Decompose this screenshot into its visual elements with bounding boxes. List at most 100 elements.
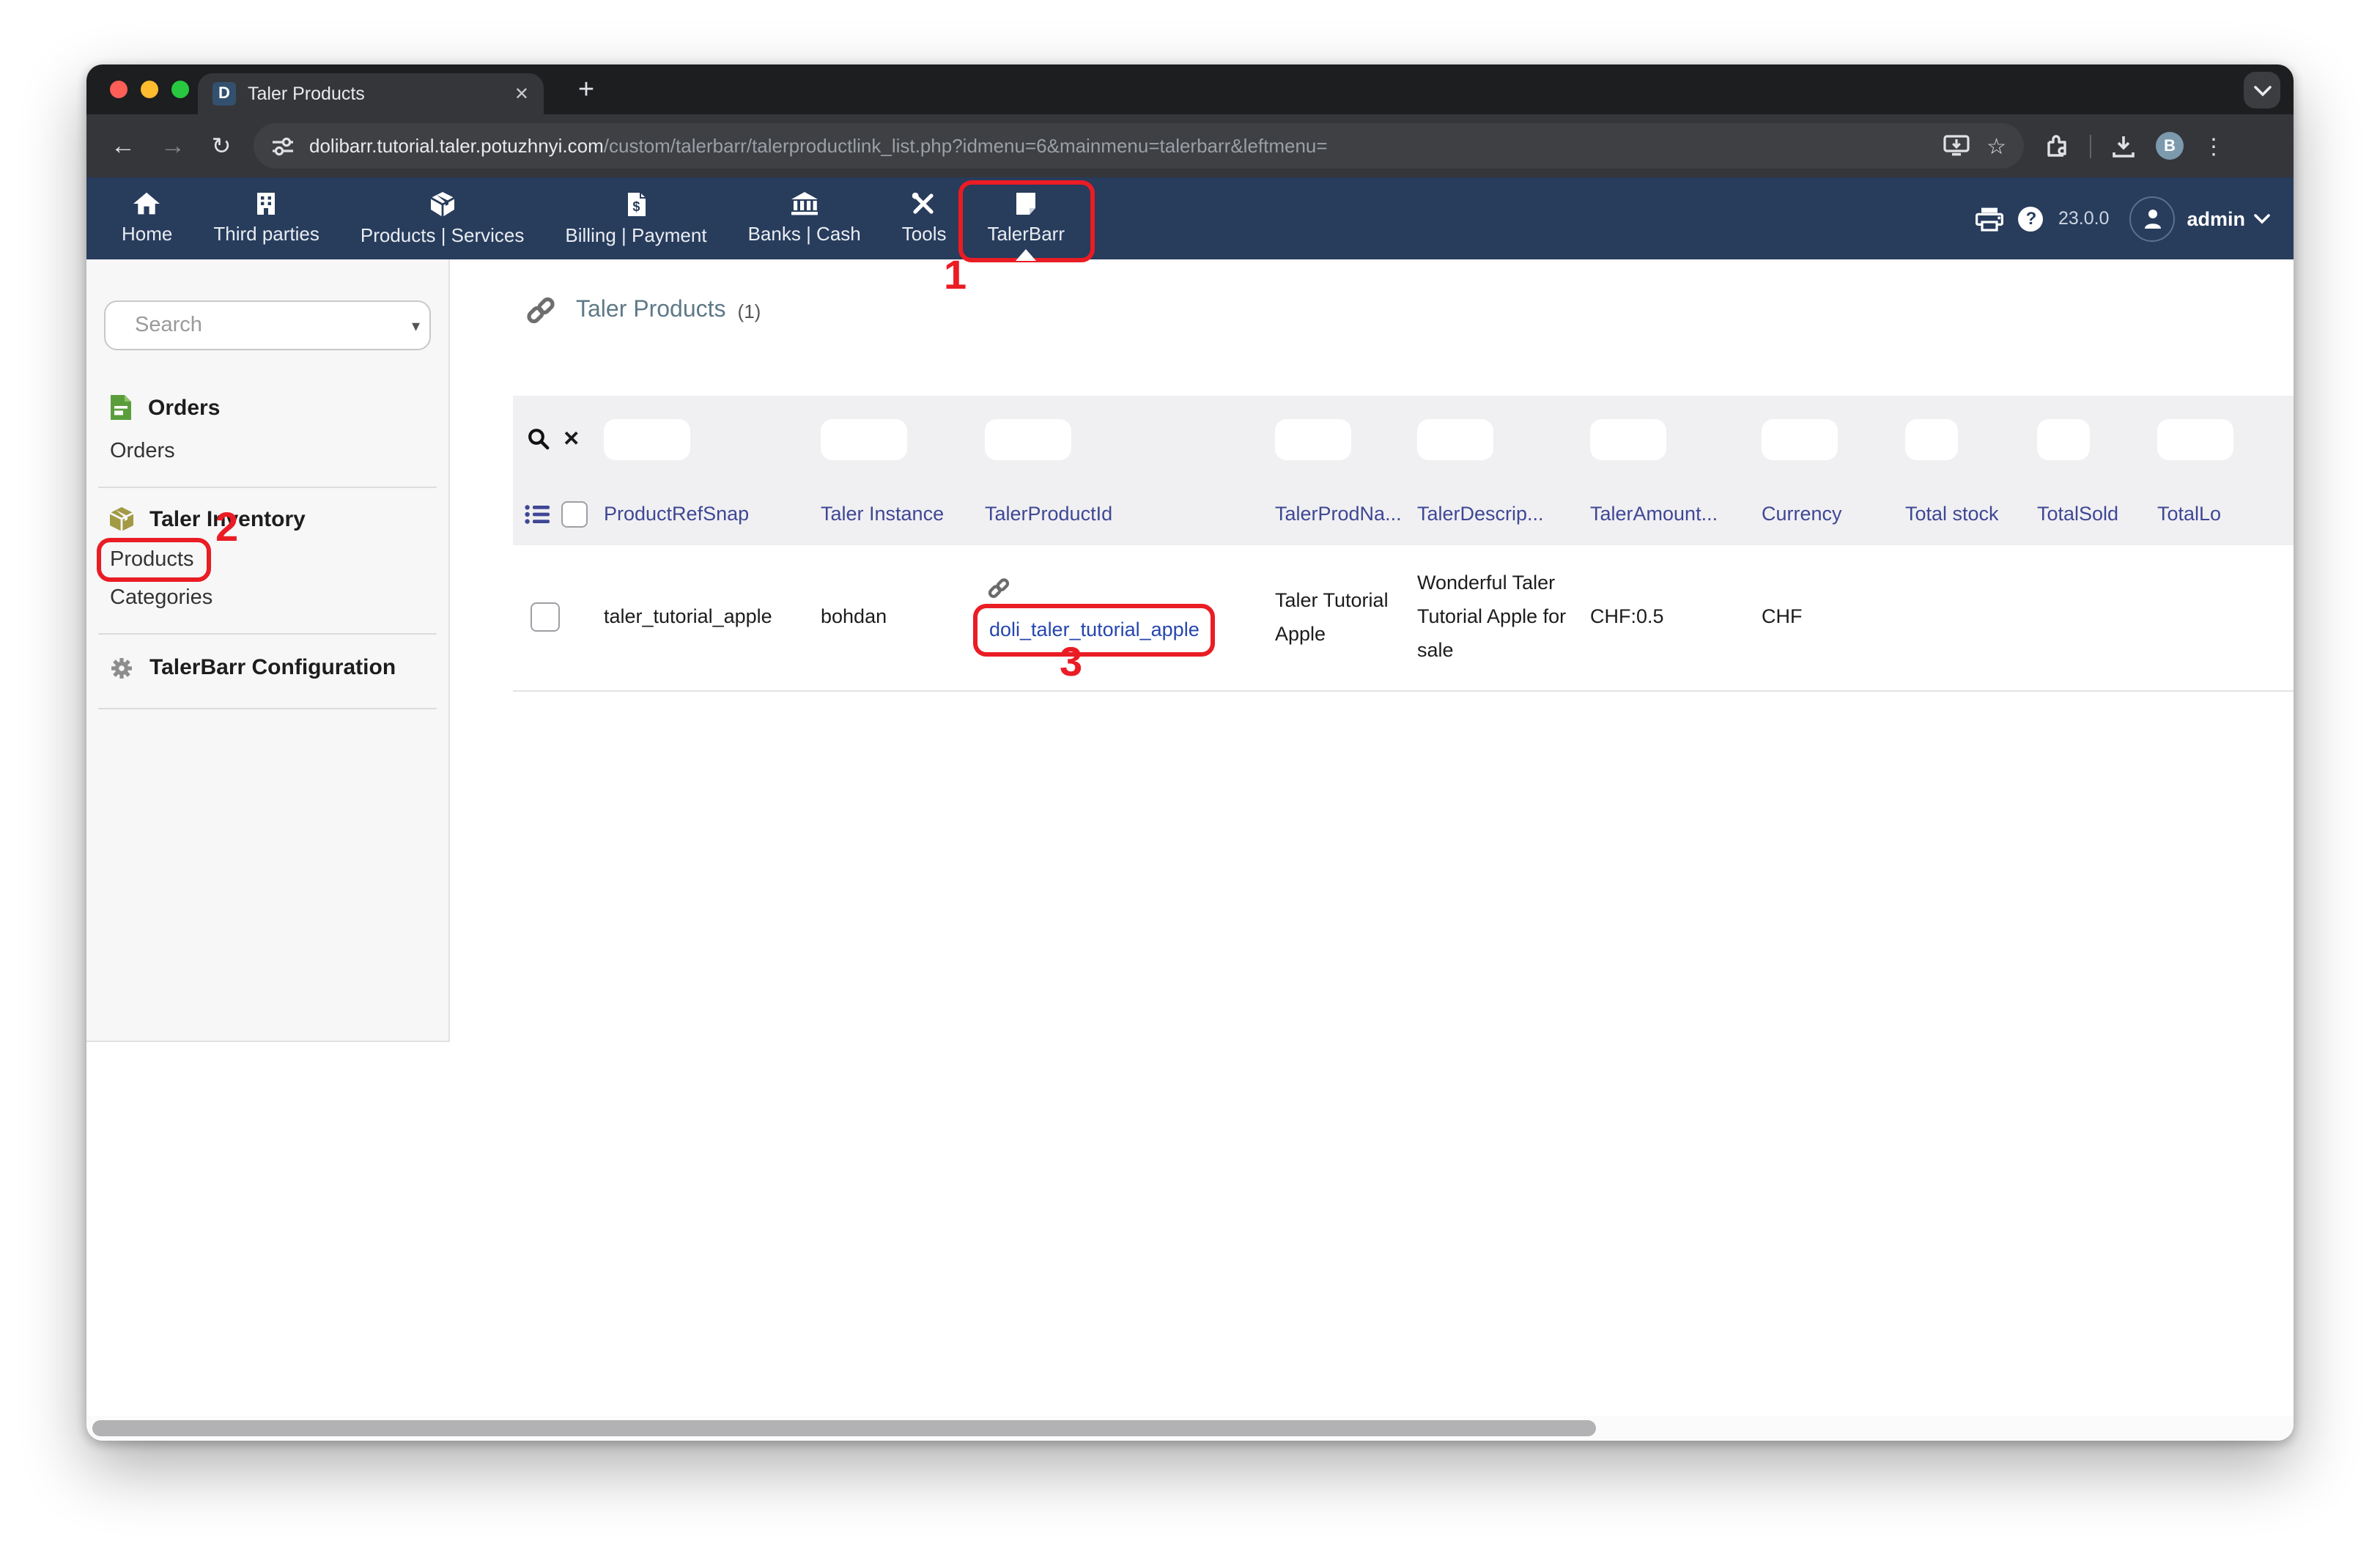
column-header[interactable]: ProductRefSnap	[604, 503, 821, 525]
section-title: TalerBarr Configuration	[149, 655, 396, 680]
address-bar[interactable]: dolibarr.tutorial.taler.potuzhnyi.com/cu…	[254, 123, 2024, 169]
nav-item-third-parties[interactable]: Third parties	[193, 177, 340, 259]
filter-input-taler-instance[interactable]	[821, 418, 907, 459]
sidebar-divider	[98, 633, 437, 635]
browser-profile-avatar[interactable]: B	[2156, 132, 2184, 160]
username-label[interactable]: admin	[2187, 207, 2245, 229]
nav-item-billing-payment[interactable]: $ Billing | Payment	[544, 177, 727, 259]
minimize-window-button[interactable]	[141, 81, 158, 98]
filter-input-productrefsnap[interactable]	[604, 418, 690, 459]
taler-products-table: ✕	[513, 396, 2294, 692]
print-icon[interactable]	[1976, 206, 2004, 231]
nav-item-talerbarr[interactable]: TalerBarr	[967, 177, 1086, 259]
table-header-row: ProductRefSnap Taler Instance TalerProdu…	[513, 482, 2294, 545]
column-header[interactable]: Currency	[1762, 503, 1905, 525]
filter-input-taleramount[interactable]	[1590, 418, 1666, 459]
cell-taleramount: CHF:0.5	[1590, 599, 1762, 633]
user-menu-chevron[interactable]	[2254, 213, 2270, 224]
reload-button[interactable]: ↻	[198, 131, 245, 160]
filter-input-totallost[interactable]	[2157, 418, 2233, 459]
column-header[interactable]: TalerAmount...	[1590, 503, 1762, 525]
filter-input-talerprodname[interactable]	[1275, 418, 1351, 459]
nav-label: Banks | Cash	[748, 223, 861, 245]
sidebar-link-categories[interactable]: Categories	[110, 586, 212, 610]
new-tab-button[interactable]: +	[567, 72, 605, 110]
extensions-button[interactable]	[2044, 133, 2069, 158]
sidebar-link-products[interactable]: Products	[110, 548, 193, 572]
nav-item-banks-cash[interactable]: Banks | Cash	[728, 177, 882, 259]
column-selector-icon[interactable]	[525, 503, 550, 524]
column-header[interactable]: TotalSold	[2037, 503, 2157, 525]
sidebar-divider	[98, 708, 437, 709]
downloads-button[interactable]	[2112, 134, 2135, 158]
back-button[interactable]: ←	[98, 131, 148, 160]
box-icon	[431, 191, 454, 216]
sidebar-section-talerbarr-configuration[interactable]: TalerBarr Configuration	[110, 655, 448, 680]
sidebar-section-taler-inventory[interactable]: Taler Inventory	[110, 507, 448, 532]
browser-menu-button[interactable]: ⋮	[2203, 133, 2225, 159]
site-settings-icon[interactable]	[271, 136, 295, 156]
search-dropdown-caret[interactable]: ▾	[412, 316, 420, 335]
browser-tab[interactable]: D Taler Products ✕	[198, 73, 544, 114]
sidebar-search-box[interactable]: ▾	[104, 300, 431, 350]
browser-toolbar: ← → ↻ dolibarr.tutorial.taler.potuzhnyi.…	[86, 114, 2294, 177]
filter-input-totalsold[interactable]	[2037, 418, 2090, 459]
tab-strip: D Taler Products ✕ +	[86, 64, 2294, 114]
bank-icon	[791, 192, 818, 215]
cell-talerproductid: doli_taler_tutorial_apple	[985, 577, 1275, 656]
sidebar-divider	[98, 487, 437, 488]
filter-input-talerdescription[interactable]	[1417, 418, 1493, 459]
close-tab-icon[interactable]: ✕	[514, 84, 529, 104]
filter-input-talerproductid[interactable]	[985, 418, 1071, 459]
column-header[interactable]: TotalLo	[2157, 503, 2294, 525]
user-avatar[interactable]	[2129, 196, 2175, 241]
column-header[interactable]: TalerDescrip...	[1417, 503, 1590, 525]
document-icon	[110, 394, 132, 421]
install-app-button[interactable]	[1943, 135, 1969, 157]
column-header[interactable]: TalerProductId	[985, 503, 1275, 525]
maximize-window-button[interactable]	[171, 81, 189, 98]
column-header[interactable]: TalerProdNa...	[1275, 503, 1417, 525]
nav-item-home[interactable]: Home	[101, 177, 193, 259]
horizontal-scrollbar	[86, 1416, 2294, 1441]
link-icon	[526, 296, 555, 325]
table-row: taler_tutorial_apple bohdan doli_taler_t…	[513, 545, 2294, 692]
sidebar-section-orders[interactable]: Orders	[110, 394, 448, 421]
person-icon	[2140, 207, 2164, 230]
apply-filter-search-icon[interactable]	[528, 428, 550, 450]
filter-input-total-stock[interactable]	[1905, 418, 1958, 459]
tools-icon	[912, 192, 936, 215]
forward-button[interactable]: →	[148, 131, 198, 160]
page-title: Taler Products	[576, 298, 726, 324]
bookmark-star-icon[interactable]: ☆	[1987, 133, 2006, 159]
cell-taler-instance: bohdan	[821, 599, 985, 633]
clear-filter-icon[interactable]: ✕	[563, 426, 580, 451]
search-input[interactable]	[132, 312, 412, 339]
svg-text:$: $	[632, 199, 639, 213]
tab-title: Taler Products	[248, 84, 506, 104]
version-label: 23.0.0	[2058, 208, 2110, 229]
row-checkbox[interactable]	[531, 602, 560, 631]
close-window-button[interactable]	[110, 81, 128, 98]
help-icon[interactable]: ?	[2019, 206, 2044, 231]
sidebar-link-orders[interactable]: Orders	[110, 440, 175, 463]
taler-product-link[interactable]: doli_taler_tutorial_apple	[989, 618, 1200, 640]
nav-item-tools[interactable]: Tools	[882, 177, 967, 259]
browser-window: D Taler Products ✕ + ← → ↻ dolibarr.tuto…	[86, 64, 2294, 1441]
building-icon	[257, 192, 276, 215]
column-header[interactable]: Total stock	[1905, 503, 2037, 525]
nav-label: Third parties	[213, 223, 319, 245]
nav-item-products-services[interactable]: Products | Services	[340, 177, 545, 259]
tab-search-button[interactable]	[2244, 72, 2280, 108]
select-all-checkbox[interactable]	[561, 501, 588, 527]
column-header[interactable]: Taler Instance	[821, 503, 985, 525]
annotation-step-1: 1	[944, 252, 967, 299]
nav-label: Billing | Payment	[565, 224, 706, 245]
window-controls	[110, 81, 189, 98]
horizontal-scrollbar-thumb[interactable]	[92, 1420, 1596, 1436]
dolibarr-top-menu: Home Third parties	[86, 177, 2294, 259]
cell-talerprodname: Taler Tutorial Apple	[1275, 583, 1417, 650]
filter-input-currency[interactable]	[1762, 418, 1838, 459]
extensions-puzzle-icon	[2044, 133, 2069, 158]
top-menu-items: Home Third parties	[86, 177, 1085, 259]
